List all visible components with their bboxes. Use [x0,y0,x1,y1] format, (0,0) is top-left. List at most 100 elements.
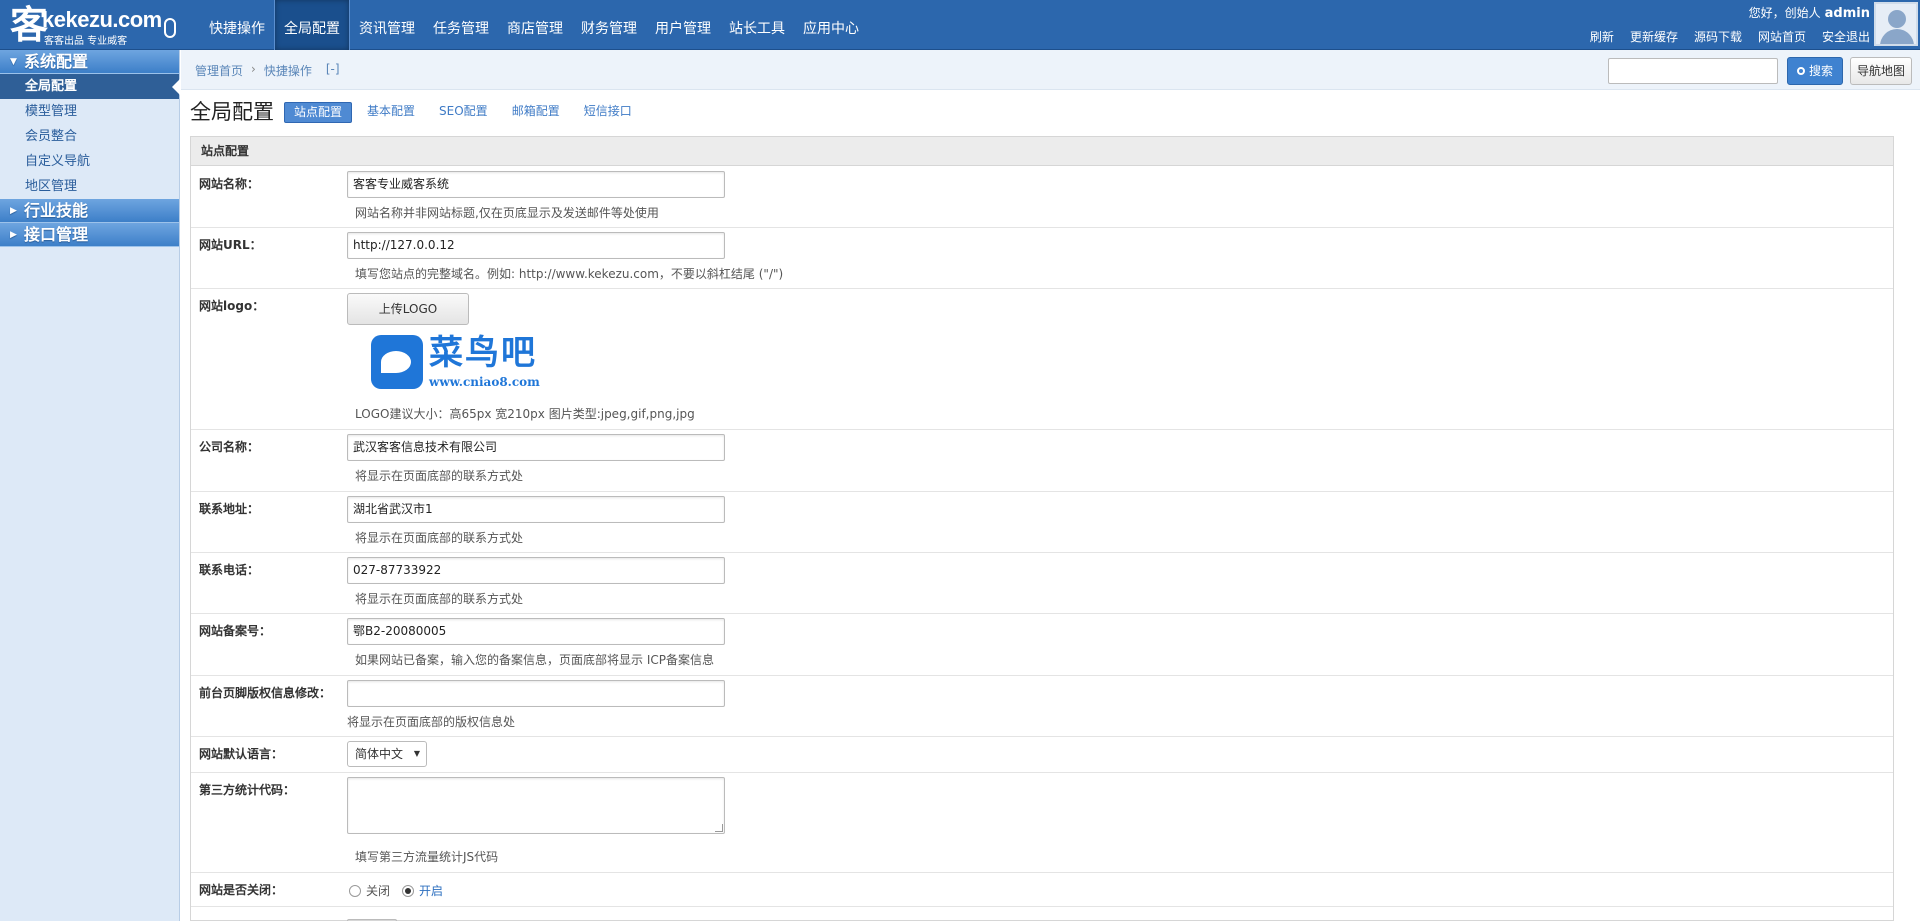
form-row-site-closed: 网站是否关闭： 关闭 开启 [191,873,1893,907]
caret-right-icon: ▶ [10,230,17,240]
sidebar-item-model-manage[interactable]: 模型管理 [0,99,179,124]
logo-slogan: 客客出品 专业威客 [44,36,128,47]
address-hint: 将显示在页面底部的联系方式处 [355,531,524,545]
sidebar-item-custom-nav[interactable]: 自定义导航 [0,149,179,174]
breadcrumb-collapse-toggle[interactable]: [-] [326,62,340,79]
nav-finance[interactable]: 财务管理 [572,0,646,50]
company-label: 公司名称： [199,440,260,454]
form-row-phone: 联系电话： 027-87733922 将显示在页面底部的联系方式处 [191,553,1893,614]
logo-name: kekezu.com [42,7,162,32]
site-url-label: 网站URL： [199,238,262,252]
avatar-head-icon [1888,10,1906,28]
top-header: 客 kekezu.com 客客出品 专业威客 快捷操作 全局配置 资讯管理 任务… [0,0,1920,50]
search-icon [1796,67,1805,75]
sidebar-item-region-manage[interactable]: 地区管理 [0,174,179,199]
radio-open[interactable] [402,884,415,897]
sidebar-group-interface-manage[interactable]: ▶ 接口管理 [0,223,179,247]
form-row-address: 联系地址： 湖北省武汉市1 将显示在页面底部的联系方式处 [191,492,1893,553]
logout-link[interactable]: 安全退出 [1822,28,1870,45]
nav-map-button[interactable]: 导航地图 [1850,57,1912,85]
stats-code-label: 第三方统计代码： [199,783,296,797]
phone-label: 联系电话： [199,563,260,577]
site-url-input[interactable]: http://127.0.0.12 [347,232,725,259]
nav-app-center[interactable]: 应用中心 [794,0,868,50]
tab-email-config[interactable]: 邮箱配置 [503,102,569,123]
sidebar-item-global-config[interactable]: 全局配置 [0,74,180,99]
sidebar: ▼ 系统配置 全局配置 模型管理 会员整合 自定义导航 地区管理 ▶ 行业技能 … [0,50,180,921]
sidebar-item-member-integration[interactable]: 会员整合 [0,124,179,149]
form-row-company: 公司名称： 武汉客客信息技术有限公司 将显示在页面底部的联系方式处 [191,430,1893,492]
upload-logo-button[interactable]: 上传LOGO [347,293,469,325]
site-closed-radio-group: 关闭 开启 [349,882,455,899]
copyright-input[interactable] [347,680,725,707]
user-greeting: 您好，创始人 admin [1574,4,1870,22]
icp-label: 网站备案号： [199,624,272,638]
username[interactable]: admin [1825,6,1870,21]
radio-open-label[interactable]: 开启 [419,882,443,899]
phone-hint: 将显示在页面底部的联系方式处 [355,592,524,606]
avatar[interactable] [1874,2,1918,46]
site-closed-label: 网站是否关闭： [199,883,284,897]
sidebar-group-system-config[interactable]: ▼ 系统配置 [0,50,179,74]
form-row-language: 网站默认语言： 简体中文 ▼ [191,737,1893,773]
tab-seo-config[interactable]: SEO配置 [430,102,497,123]
tab-sms-interface[interactable]: 短信接口 [575,102,641,123]
user-links: 刷新 更新缓存 源码下载 网站首页 安全退出 [1574,28,1870,45]
form-row-next [191,907,1893,921]
radio-closed-label[interactable]: 关闭 [366,882,390,899]
caret-down-icon: ▼ [10,57,17,67]
company-hint: 将显示在页面底部的联系方式处 [355,469,524,483]
nav-shop[interactable]: 商店管理 [498,0,572,50]
nav-global-config[interactable]: 全局配置 [274,0,350,50]
sidebar-group-industry-skills[interactable]: ▶ 行业技能 [0,199,179,223]
tab-site-config[interactable]: 站点配置 [284,102,353,123]
update-cache-link[interactable]: 更新缓存 [1630,28,1678,45]
bird-logo-icon [371,335,423,389]
kekezu-logo[interactable]: 客 kekezu.com 客客出品 专业威客 [8,4,176,47]
main-nav: 快捷操作 全局配置 资讯管理 任务管理 商店管理 财务管理 用户管理 站长工具 … [200,0,868,50]
address-label: 联系地址： [199,502,260,516]
search-button[interactable]: 搜索 [1787,57,1843,85]
logo-preview-image: 菜鸟吧 www.cniao8.com [371,333,581,393]
form-row-copyright: 前台页脚版权信息修改： 将显示在页面底部的版权信息处 [191,676,1893,737]
address-input[interactable]: 湖北省武汉市1 [347,496,725,523]
site-name-input[interactable]: 客客专业威客系统 [347,171,725,198]
site-name-hint: 网站名称并非网站标题,仅在页底显示及发送邮件等处使用 [355,206,659,220]
icp-input[interactable]: 鄂B2-20080005 [347,618,725,645]
site-name-label: 网站名称： [199,177,260,191]
config-tabs: 站点配置 基本配置 SEO配置 邮箱配置 短信接口 [284,102,647,123]
copyright-label: 前台页脚版权信息修改： [199,686,332,700]
breadcrumb-home[interactable]: 管理首页 [195,62,243,79]
nav-users[interactable]: 用户管理 [646,0,720,50]
language-select-value: 简体中文 [355,747,404,761]
search-button-label: 搜索 [1808,64,1833,78]
company-input[interactable]: 武汉客客信息技术有限公司 [347,434,725,461]
source-download-link[interactable]: 源码下载 [1694,28,1742,45]
site-logo-hint: LOGO建议大小：高65px 宽210px 图片类型:jpeg,gif,png,… [355,407,695,421]
stats-code-textarea[interactable] [347,777,725,834]
nav-tasks[interactable]: 任务管理 [424,0,498,50]
site-logo-label: 网站logo： [199,299,265,313]
nav-quick-ops[interactable]: 快捷操作 [200,0,274,50]
stats-code-hint: 填写第三方流量统计JS代码 [355,850,499,864]
greeting-text: 您好，创始人 [1748,6,1821,20]
resize-grip-icon[interactable] [715,824,723,832]
form-row-icp: 网站备案号： 鄂B2-20080005 如果网站已备案，输入您的备案信息，页面底… [191,614,1893,676]
radio-closed[interactable] [349,884,361,897]
breadcrumb-current[interactable]: 快捷操作 [264,62,312,79]
language-select[interactable]: 简体中文 ▼ [347,741,427,767]
logo-preview-url: www.cniao8.com [429,375,540,389]
sidebar-group-label: 系统配置 [24,52,89,71]
tab-basic-config[interactable]: 基本配置 [358,102,424,123]
page-title: 全局配置 [190,100,274,124]
refresh-link[interactable]: 刷新 [1590,28,1614,45]
sidebar-group-label: 接口管理 [24,225,89,244]
caret-right-icon: ▶ [10,206,17,216]
search-input[interactable] [1608,58,1778,84]
nav-webmaster-tools[interactable]: 站长工具 [720,0,794,50]
breadcrumb: 管理首页 › 快捷操作 [-] [195,62,340,79]
site-home-link[interactable]: 网站首页 [1758,28,1806,45]
avatar-body-icon [1880,29,1914,44]
nav-news[interactable]: 资讯管理 [350,0,424,50]
phone-input[interactable]: 027-87733922 [347,557,725,584]
